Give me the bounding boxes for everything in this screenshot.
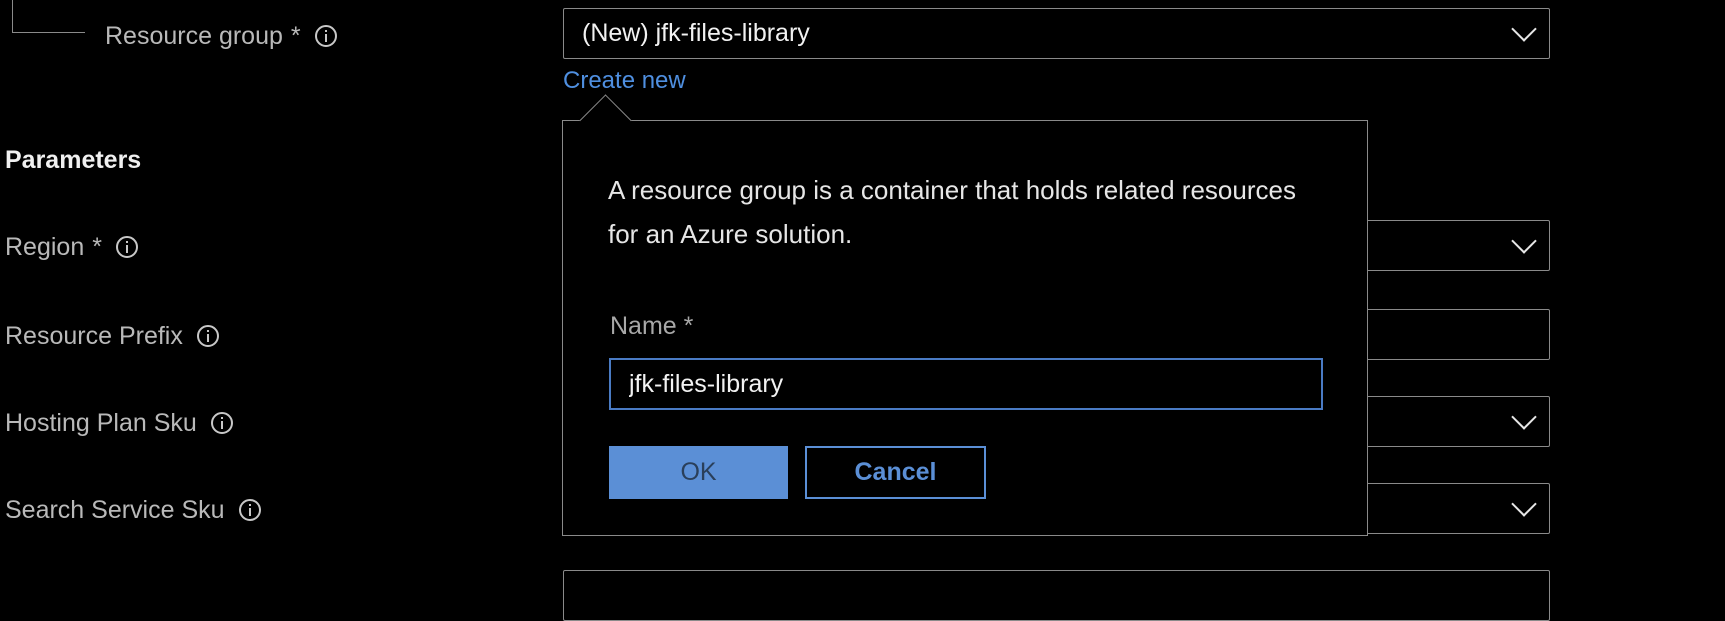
name-label: Name * <box>610 312 694 340</box>
info-icon[interactable] <box>210 412 233 434</box>
tree-connector-line <box>12 0 85 33</box>
search-service-sku-label-row: Search Service Sku <box>5 492 261 528</box>
next-field-input[interactable] <box>563 570 1550 621</box>
resource-prefix-label-row: Resource Prefix <box>5 318 219 354</box>
search-service-sku-label: Search Service Sku <box>5 495 225 524</box>
info-icon[interactable] <box>115 236 138 258</box>
chevron-down-icon <box>1511 404 1537 430</box>
resource-group-label: Resource group <box>105 21 283 50</box>
parameters-heading: Parameters <box>5 146 142 174</box>
resource-group-value: (New) jfk-files-library <box>582 19 810 47</box>
info-icon[interactable] <box>314 25 337 47</box>
required-marker: * <box>290 21 301 50</box>
resource-group-dropdown[interactable]: (New) jfk-files-library <box>563 8 1550 59</box>
required-marker: * <box>92 232 102 261</box>
region-label-row: Region * <box>5 229 138 265</box>
create-new-link[interactable]: Create new <box>563 67 686 95</box>
hosting-plan-sku-label: Hosting Plan Sku <box>5 408 197 437</box>
popover-description: A resource group is a container that hol… <box>608 175 1296 249</box>
info-icon[interactable] <box>238 499 261 521</box>
chevron-down-icon <box>1511 16 1537 42</box>
name-input[interactable] <box>609 358 1323 410</box>
chevron-down-icon <box>1511 228 1537 254</box>
resource-prefix-label: Resource Prefix <box>5 321 183 350</box>
ok-button[interactable]: OK <box>609 446 788 499</box>
chevron-down-icon <box>1511 491 1537 517</box>
region-label: Region <box>5 232 85 261</box>
cancel-button[interactable]: Cancel <box>805 446 986 499</box>
hosting-plan-sku-label-row: Hosting Plan Sku <box>5 405 233 441</box>
resource-group-label-row: Resource group * <box>105 18 337 54</box>
info-icon[interactable] <box>196 325 219 347</box>
